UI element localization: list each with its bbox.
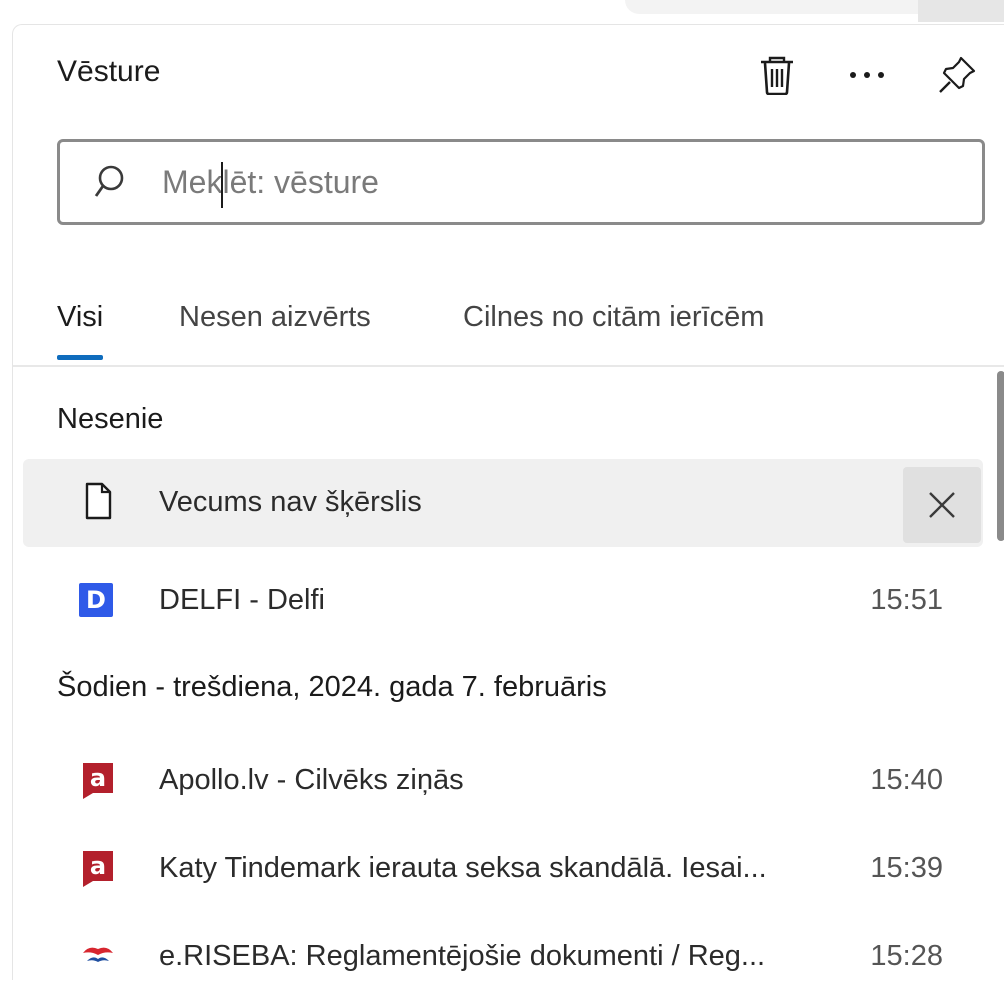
browser-tab-edge-right [918,0,1004,22]
delfi-favicon: D [79,579,117,619]
history-item-title: DELFI - Delfi [159,584,325,616]
history-item-title: Vecums nav šķērslis [159,486,422,518]
active-tab-indicator [57,355,104,360]
history-item[interactable]: a Apollo.lv - Cilvēks ziņās 15:40 [23,737,983,825]
search-box[interactable] [57,139,985,225]
apollo-favicon-letter: a [90,764,106,792]
pin-icon [939,56,976,93]
text-caret [221,162,223,208]
riseba-favicon [83,947,113,962]
search-icon [94,165,124,197]
history-item[interactable]: a Katy Tindemark ierauta seksa skandālā.… [23,825,983,913]
remove-item-button[interactable] [903,467,981,543]
history-item[interactable]: e.RISEBA: Reglamentējošie dokumenti / Re… [23,913,983,1001]
more-options-button[interactable] [841,49,893,101]
tab-other-devices[interactable]: Cilnes no citām ierīcēm [463,301,764,334]
tab-other-devices-label: Cilnes no citām ierīcēm [463,301,765,333]
apollo-favicon: a [83,763,113,799]
history-item-time: 15:51 [870,584,943,616]
history-item-title: Apollo.lv - Cilvēks ziņās [159,764,464,796]
tabs-divider [13,365,1004,367]
browser-top-strip [0,0,1004,22]
apollo-favicon: a [83,851,113,887]
panel-title: Vēsture [57,55,161,88]
history-item-time: 15:28 [870,940,943,972]
document-icon [85,482,112,520]
history-item-time: 15:40 [870,764,943,796]
scrollbar-thumb[interactable] [997,371,1004,541]
tab-all-label: Visi [57,301,104,333]
tab-recently-closed[interactable]: Nesen aizvērts [179,301,371,334]
more-icon [850,72,884,78]
search-input[interactable] [160,151,924,213]
section-heading-today: Šodien - trešdiena, 2024. gada 7. februā… [57,671,607,703]
browser-tab-edge [625,0,925,14]
pin-panel-button[interactable] [931,49,983,101]
history-item-title: Katy Tindemark ierauta seksa skandālā. I… [159,852,767,884]
close-icon [929,492,955,518]
history-item-title: e.RISEBA: Reglamentējošie dokumenti / Re… [159,940,766,972]
history-item[interactable]: Vecums nav šķērslis [23,459,983,547]
history-item-time: 15:39 [870,852,943,884]
trash-icon [761,56,793,95]
section-heading-recent: Nesenie [57,403,164,435]
history-item[interactable]: D DELFI - Delfi 15:51 [23,557,983,645]
delete-history-button[interactable] [751,49,803,101]
tab-all[interactable]: Visi [57,301,104,360]
history-panel: Vēsture Visi [12,24,1004,980]
tab-recently-closed-label: Nesen aizvērts [179,301,371,333]
apollo-favicon-letter: a [90,852,106,880]
delfi-favicon-letter: D [79,583,113,617]
